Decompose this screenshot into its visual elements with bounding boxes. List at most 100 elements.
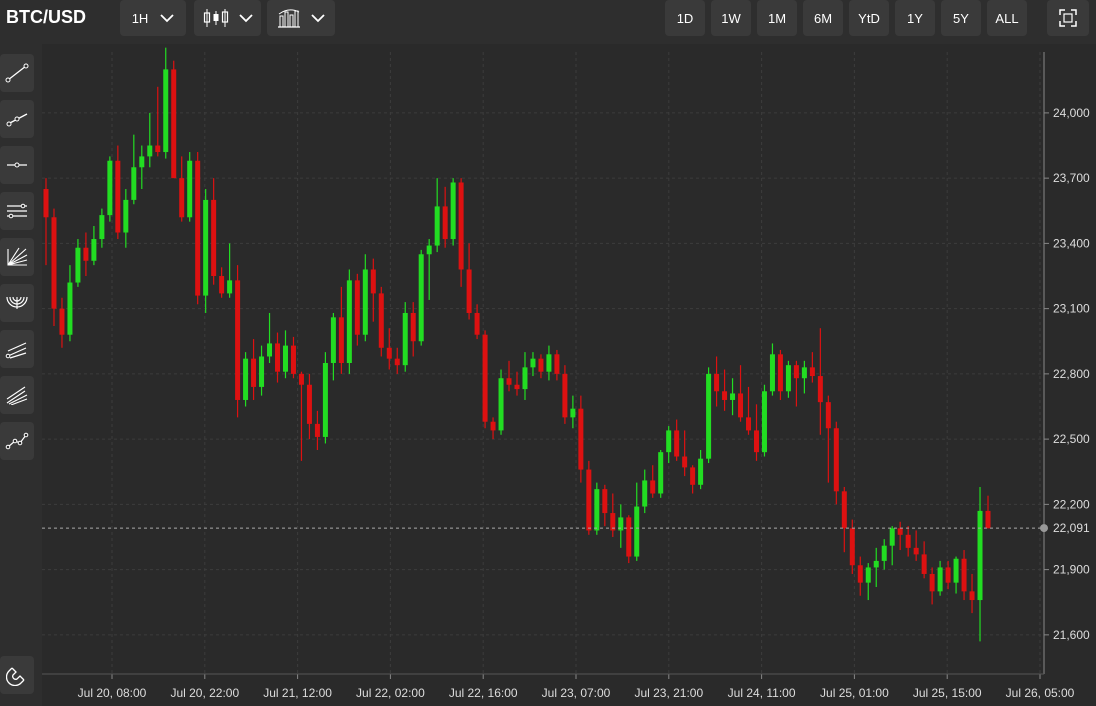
- candle-body: [626, 517, 632, 557]
- candle: [378, 286, 384, 357]
- candle-body: [546, 354, 552, 372]
- range-button-1w[interactable]: 1W: [711, 0, 751, 36]
- candle-body: [290, 345, 296, 374]
- candle-body: [123, 199, 129, 233]
- tool-arc[interactable]: [0, 284, 34, 322]
- candle-body: [522, 367, 528, 390]
- candle-body: [594, 489, 600, 531]
- candle-body: [490, 421, 496, 431]
- tool-fan[interactable]: [0, 238, 34, 276]
- candle: [322, 352, 328, 444]
- candle-body: [67, 282, 73, 335]
- y-tick-label: 23,100: [1053, 302, 1090, 316]
- candle-body: [394, 358, 400, 366]
- range-button-6m[interactable]: 6M: [803, 0, 843, 36]
- magnet-button[interactable]: [0, 656, 34, 694]
- candle: [107, 156, 113, 222]
- candle-body: [658, 452, 664, 494]
- candle: [203, 189, 209, 313]
- candle-body: [881, 545, 887, 561]
- tool-path[interactable]: [0, 422, 34, 460]
- candle-body: [666, 430, 672, 453]
- candle-body: [849, 528, 855, 566]
- tool-trend-line[interactable]: [0, 54, 34, 92]
- range-button-1y[interactable]: 1Y: [895, 0, 935, 36]
- chevron-down-icon: [160, 14, 174, 23]
- range-button-1d[interactable]: 1D: [665, 0, 705, 36]
- candle-body: [115, 160, 121, 233]
- symbol-title: BTC/USD: [6, 7, 86, 27]
- y-tick-label: 22,200: [1053, 497, 1090, 511]
- range-button-5y[interactable]: 5Y: [941, 0, 981, 36]
- candle-body: [243, 358, 249, 400]
- candle: [586, 460, 592, 535]
- tool-horizontal-line[interactable]: [0, 146, 34, 184]
- candle-body: [793, 365, 799, 379]
- range-button-1m[interactable]: 1M: [757, 0, 797, 36]
- candle: [195, 152, 201, 305]
- candle-body: [722, 391, 728, 400]
- candle-body: [738, 393, 744, 418]
- candle-body: [977, 510, 983, 601]
- candle-body: [674, 430, 680, 457]
- fullscreen-button[interactable]: [1047, 0, 1089, 36]
- interval-selector[interactable]: 1H: [120, 0, 186, 36]
- chart-type-selector[interactable]: [194, 0, 261, 36]
- candle-body: [857, 565, 863, 583]
- candle-body: [346, 280, 352, 363]
- candle-body: [953, 558, 959, 583]
- candle-body: [474, 312, 480, 335]
- candle-body: [330, 317, 336, 363]
- candle-body: [921, 554, 927, 574]
- candle: [346, 269, 352, 374]
- candle: [626, 515, 632, 564]
- y-tick-label: 22,800: [1053, 367, 1090, 381]
- candle-body: [378, 293, 384, 348]
- range-button-ytd[interactable]: YtD: [849, 0, 889, 36]
- y-tick-label: 21,600: [1053, 628, 1090, 642]
- candle-body: [937, 567, 943, 592]
- tool-parallel-channel[interactable]: [0, 192, 34, 230]
- candle-body: [275, 343, 281, 372]
- candle-body: [506, 378, 512, 385]
- candle-body: [746, 417, 752, 431]
- price-chart[interactable]: 21,600 21,900 22,200 22,500 22,800 23,100 23,4…: [42, 44, 1096, 706]
- fullscreen-icon: [1059, 9, 1077, 27]
- candle-body: [410, 312, 416, 342]
- candle-body: [833, 428, 839, 492]
- arc-icon: [6, 296, 28, 309]
- candle-body: [155, 145, 161, 153]
- tool-ray[interactable]: [0, 100, 34, 138]
- candle: [578, 395, 584, 483]
- tool-channel-lines[interactable]: [0, 376, 34, 414]
- candle-body: [402, 312, 408, 366]
- x-tick-label: Jul 20, 08:00: [78, 686, 147, 700]
- candle-body: [945, 567, 951, 583]
- candle-body: [642, 480, 648, 507]
- indicators-selector[interactable]: [267, 0, 335, 36]
- candle-body: [171, 69, 177, 179]
- candle-body: [179, 178, 185, 218]
- candle-body: [219, 276, 225, 294]
- chevron-down-icon: [311, 14, 325, 23]
- horizontal-line-icon: [7, 162, 27, 168]
- chart-background: [42, 44, 1096, 706]
- candle-body: [961, 558, 967, 592]
- candle-body: [362, 269, 368, 335]
- channel-lines-icon: [6, 386, 28, 405]
- candle-body: [761, 391, 767, 453]
- candle-body: [482, 334, 488, 422]
- candle-body: [530, 358, 536, 368]
- candle-body: [873, 560, 879, 568]
- tool-pitchfork[interactable]: [0, 330, 34, 368]
- candle-body: [730, 393, 736, 400]
- range-button-all[interactable]: ALL: [987, 0, 1027, 36]
- pitchfork-icon: [5, 342, 27, 359]
- x-tick-label: Jul 23, 07:00: [542, 686, 611, 700]
- magnet-icon: [6, 667, 25, 686]
- candle-body: [985, 510, 991, 529]
- candle-body: [785, 365, 791, 392]
- candle-body: [235, 280, 241, 400]
- candle-body: [83, 247, 89, 261]
- candle-body: [801, 367, 807, 379]
